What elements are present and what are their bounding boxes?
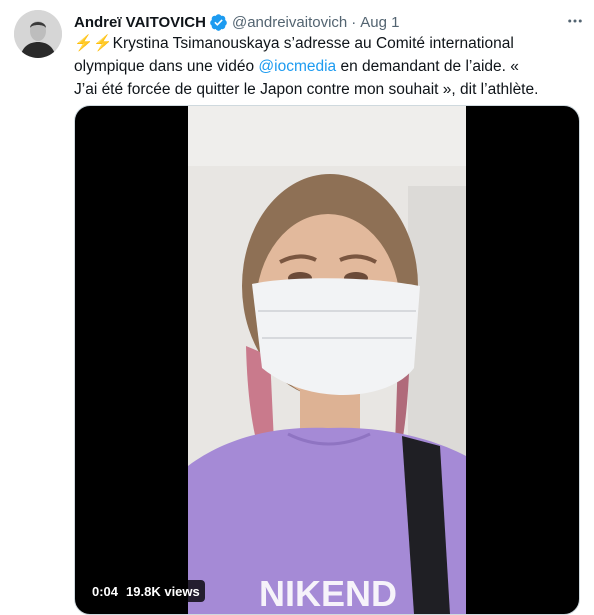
avatar[interactable] bbox=[14, 10, 62, 58]
video-frame: NIKEND bbox=[188, 106, 466, 614]
author-handle[interactable]: @andreivaitovich bbox=[232, 14, 347, 31]
video-player[interactable]: NIKEND 0:04 19.8K views bbox=[74, 105, 580, 615]
mention-link[interactable]: @iocmedia bbox=[258, 58, 336, 75]
lightning-emoji: ⚡⚡ bbox=[74, 35, 113, 52]
video-info-badge: 0:04 19.8K views bbox=[87, 580, 205, 602]
video-thumbnail: NIKEND bbox=[188, 106, 466, 614]
verified-badge-icon bbox=[209, 13, 228, 32]
tweet-text: ⚡⚡Krystina Tsimanouskaya s’adresse au Co… bbox=[74, 32, 544, 101]
tweet-date[interactable]: Aug 1 bbox=[360, 14, 399, 31]
avatar-photo bbox=[14, 10, 62, 58]
tweet[interactable]: Andreï VAITOVICH @andreivaitovich · Aug … bbox=[0, 0, 594, 615]
tweet-header: Andreï VAITOVICH @andreivaitovich · Aug … bbox=[74, 11, 580, 33]
more-options-icon[interactable] bbox=[564, 10, 586, 32]
separator-dot: · bbox=[351, 13, 357, 31]
shirt-print-text: NIKEND bbox=[259, 573, 397, 614]
video-duration: 0:04 bbox=[92, 583, 119, 599]
video-views: 19.8K views bbox=[126, 583, 200, 599]
author-name[interactable]: Andreï VAITOVICH bbox=[74, 14, 206, 31]
